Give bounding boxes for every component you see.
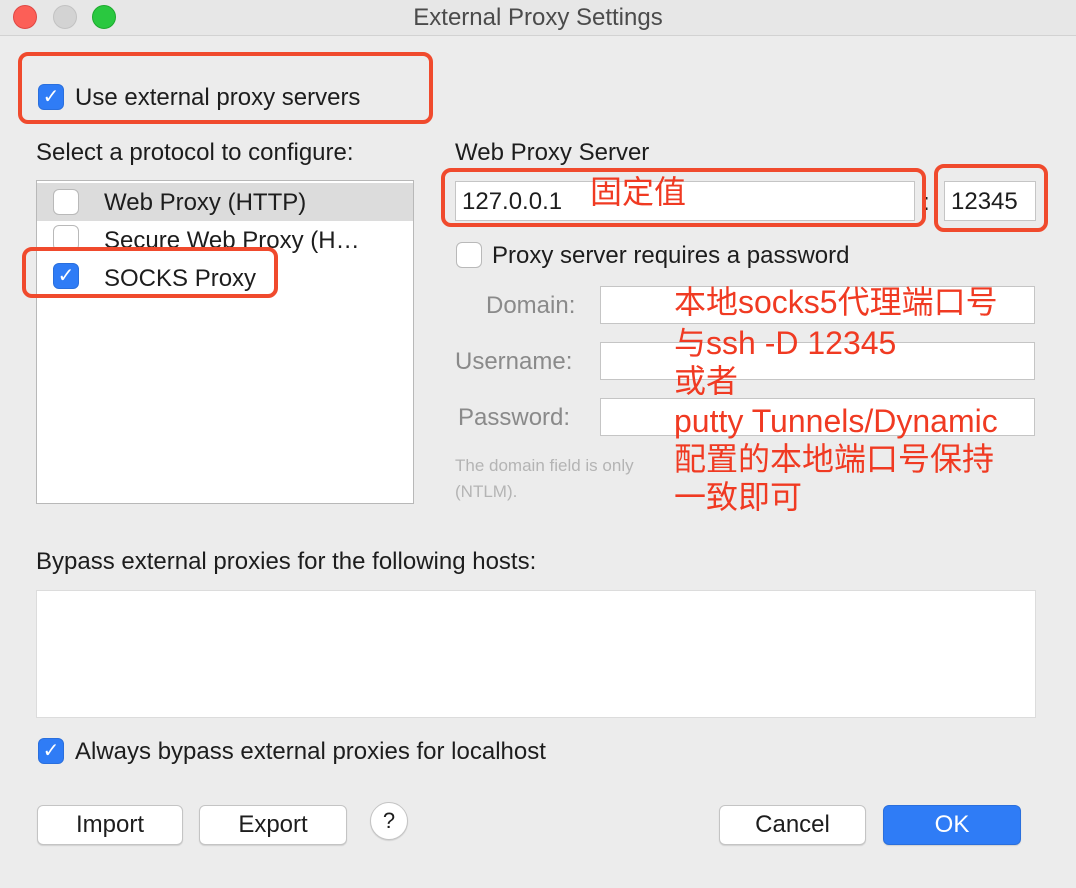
domain-hint-line-2: (NTLM). <box>455 482 518 501</box>
title-bar: External Proxy Settings <box>0 0 1076 36</box>
annotation-line: 本地socks5代理端口号 <box>674 284 998 320</box>
help-button[interactable]: ? <box>370 802 408 840</box>
bypass-heading: Bypass external proxies for the followin… <box>36 548 537 575</box>
highlight-socks-proxy <box>22 247 278 298</box>
annotation-line: 一致即可 <box>674 479 803 515</box>
requires-password-checkbox[interactable] <box>456 242 482 268</box>
domain-label: Domain: <box>486 292 576 319</box>
protocol-item-web-proxy[interactable]: Web Proxy (HTTP) <box>37 183 413 221</box>
annotation-line: 或者 <box>674 363 739 399</box>
highlight-use-external <box>18 52 433 124</box>
export-button[interactable]: Export <box>199 805 347 845</box>
annotation-line: putty Tunnels/Dynamic <box>674 403 998 439</box>
protocol-item-label: Web Proxy (HTTP) <box>104 189 307 216</box>
annotation-line: 与ssh -D 12345 <box>674 325 897 361</box>
requires-password-label: Proxy server requires a password <box>492 242 850 269</box>
bypass-hosts-textarea[interactable] <box>36 590 1036 718</box>
checkmark-icon: ✓ <box>42 740 60 762</box>
cancel-button[interactable]: Cancel <box>719 805 866 845</box>
annotation-line: 配置的本地端口号保持 <box>674 441 995 477</box>
protocol-heading: Select a protocol to configure: <box>36 139 354 166</box>
web-proxy-checkbox[interactable] <box>53 189 79 215</box>
username-label: Username: <box>455 348 573 375</box>
ok-button[interactable]: OK <box>883 805 1021 845</box>
domain-hint-line-1: The domain field is only <box>455 456 634 475</box>
import-button[interactable]: Import <box>37 805 183 845</box>
server-heading: Web Proxy Server <box>455 139 650 166</box>
protocol-list: Web Proxy (HTTP) Secure Web Proxy (H… ✓ … <box>36 180 414 504</box>
password-label: Password: <box>458 404 571 431</box>
window-title: External Proxy Settings <box>413 4 663 31</box>
always-bypass-label: Always bypass external proxies for local… <box>75 738 546 765</box>
always-bypass-checkbox[interactable]: ✓ <box>38 738 64 764</box>
annotation-fixed-value: 固定值 <box>590 174 687 210</box>
highlight-port <box>934 164 1048 232</box>
